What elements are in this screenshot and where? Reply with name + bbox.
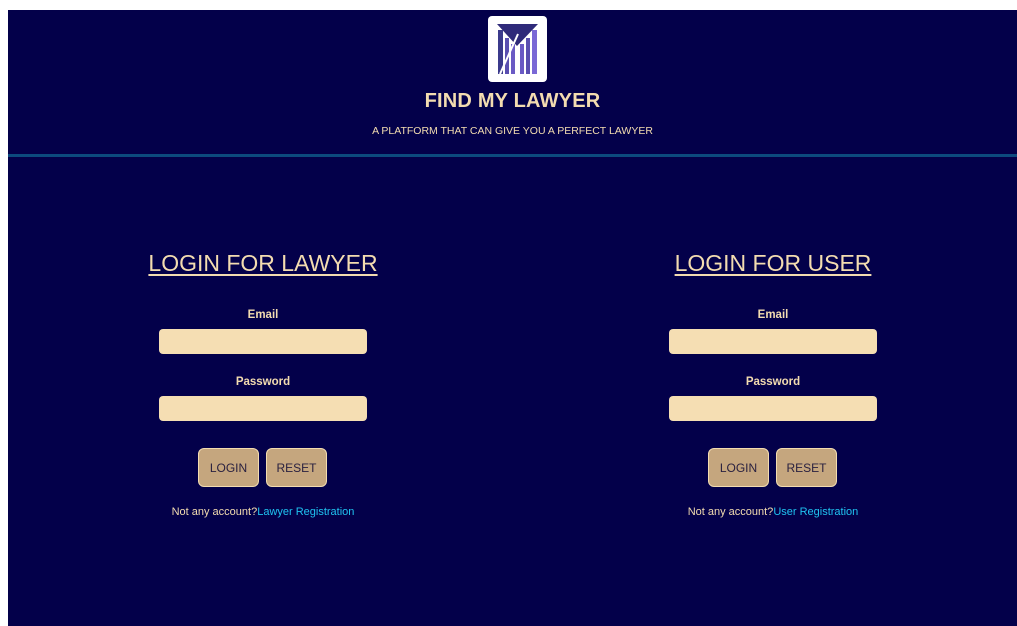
user-register-prompt: Not any account?User Registration [623, 506, 923, 518]
lawyer-login-title: LOGIN FOR LAWYER [148, 250, 378, 276]
header-divider [8, 154, 1017, 157]
lawyer-registration-link[interactable]: Lawyer Registration [257, 506, 354, 518]
lawyer-password-label: Password [235, 376, 291, 388]
lawyer-reset-button[interactable]: RESET [266, 448, 327, 487]
site-header: FIND MY LAWYER A PLATFORM THAT CAN GIVE … [8, 10, 1017, 154]
user-reset-button[interactable]: RESET [776, 448, 837, 487]
user-login-title: LOGIN FOR USER [674, 250, 872, 276]
user-email-field[interactable] [669, 329, 877, 354]
lawyer-register-prompt: Not any account?Lawyer Registration [113, 506, 413, 518]
lawyer-email-label: Email [247, 309, 279, 321]
lawyer-password-field[interactable] [159, 396, 367, 421]
lawyer-login-button[interactable]: LOGIN [198, 448, 259, 487]
scales-m-logo-icon[interactable] [488, 16, 547, 82]
user-login-panel: LOGIN FOR USER Email Password LOGIN RESE… [623, 248, 923, 518]
page-frame: FIND MY LAWYER A PLATFORM THAT CAN GIVE … [8, 10, 1017, 626]
user-password-label: Password [745, 376, 801, 388]
site-title: FIND MY LAWYER [424, 90, 601, 112]
lawyer-account-prompt-text: Not any account? [171, 506, 258, 518]
user-login-button[interactable]: LOGIN [708, 448, 769, 487]
lawyer-email-field[interactable] [159, 329, 367, 354]
user-account-prompt-text: Not any account? [687, 506, 774, 518]
lawyer-login-panel: LOGIN FOR LAWYER Email Password LOGIN RE… [113, 248, 413, 518]
site-tagline: A PLATFORM THAT CAN GIVE YOU A PERFECT L… [372, 125, 653, 137]
user-email-label: Email [757, 309, 789, 321]
user-registration-link[interactable]: User Registration [773, 506, 858, 518]
user-password-field[interactable] [669, 396, 877, 421]
